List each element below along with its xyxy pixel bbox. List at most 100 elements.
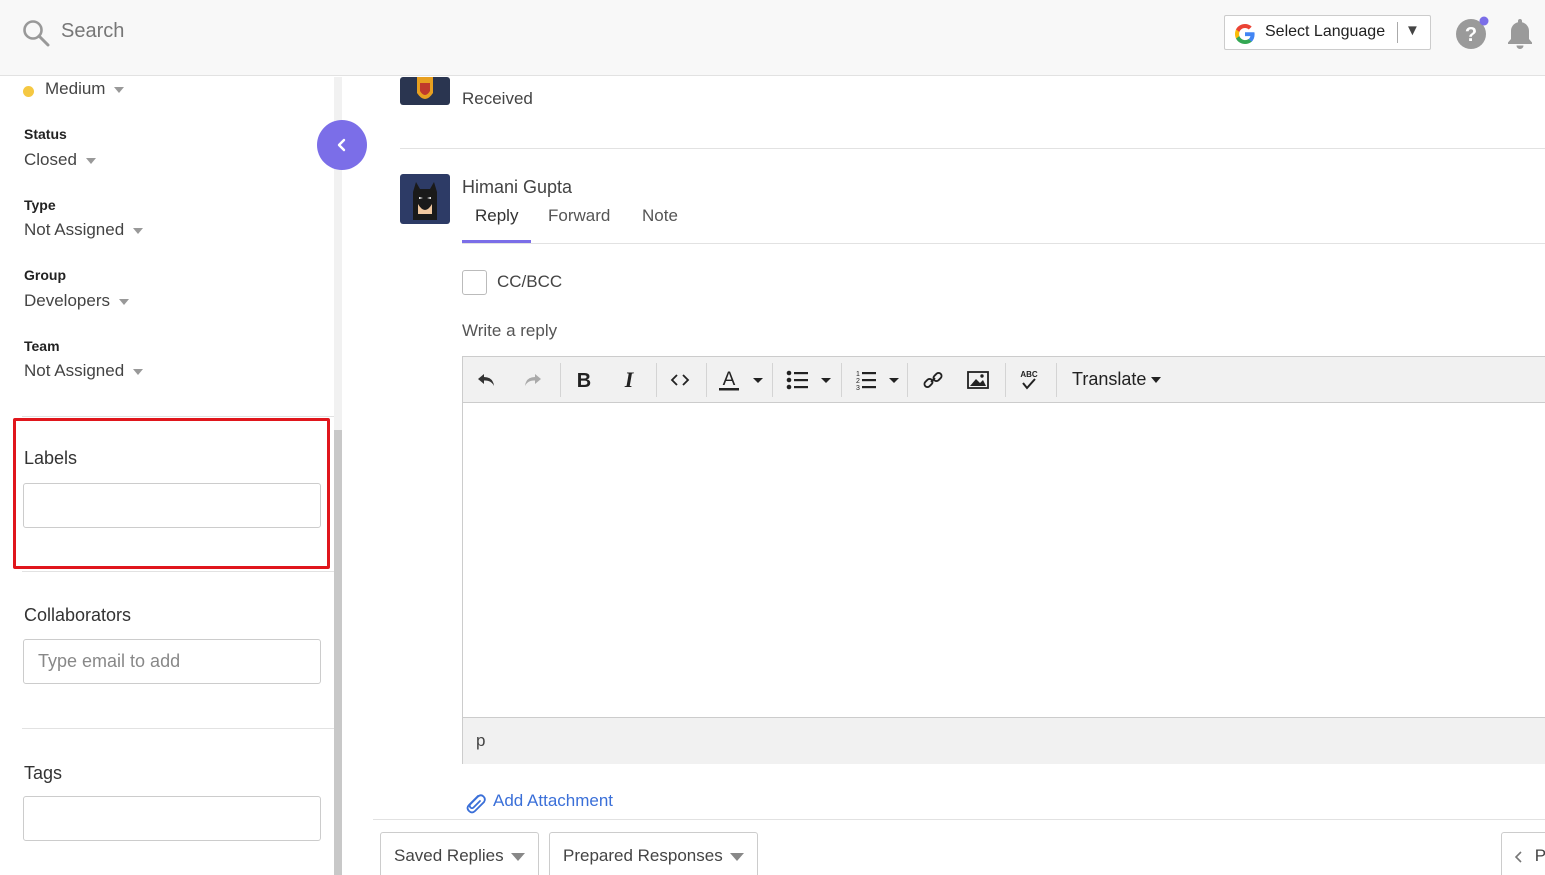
toolbar-separator (656, 363, 657, 397)
ironman-avatar (400, 77, 450, 105)
cc-bcc-label: CC/BCC (497, 272, 563, 291)
reply-editor: B I A 1 2 3 ABC Translate p (462, 356, 1545, 764)
dropdown-arrow-icon: ▼ (1405, 22, 1420, 39)
sidebar-divider (22, 728, 334, 729)
sidebar-scrollbar-thumb[interactable] (334, 430, 342, 875)
tab-forward[interactable]: Forward (548, 206, 610, 226)
write-reply-label: Write a reply (462, 321, 558, 340)
reply-author-name: Himani Gupta (462, 177, 573, 197)
editor-statusbar: p (463, 717, 1545, 764)
link-icon[interactable] (920, 367, 946, 393)
thread-divider (400, 148, 1545, 149)
saved-replies-label: Saved Replies (394, 846, 504, 865)
spellcheck-icon[interactable]: ABC (1016, 367, 1042, 393)
collaborators-title: Collaborators (24, 605, 132, 625)
tab-note[interactable]: Note (642, 206, 678, 226)
caret-down-icon (85, 157, 96, 164)
svg-text:A: A (723, 369, 736, 390)
svg-text:B: B (577, 370, 591, 390)
language-label: Select Language (1265, 23, 1386, 40)
text-color-icon[interactable]: A (716, 367, 766, 393)
status-dropdown[interactable]: Closed (24, 150, 96, 170)
status-value: Closed (24, 150, 77, 169)
caret-down-icon (114, 86, 125, 93)
chevron-left-icon (1514, 850, 1522, 863)
svg-text:ABC: ABC (1020, 370, 1038, 379)
tabs-divider (462, 243, 1545, 244)
translate-dropdown[interactable]: Translate (1072, 369, 1162, 390)
prepared-responses-label: Prepared Responses (563, 846, 723, 865)
editor-toolbar: B I A 1 2 3 ABC Translate (463, 357, 1545, 403)
svg-text:2: 2 (856, 378, 860, 385)
batman-avatar (400, 174, 450, 224)
labels-highlight-box (13, 418, 330, 569)
toolbar-separator (1056, 363, 1057, 397)
team-title: Team (24, 338, 60, 354)
priority-dot (23, 86, 34, 97)
editor-body[interactable] (463, 404, 1545, 716)
code-icon[interactable] (667, 367, 693, 393)
search-input[interactable]: Search (61, 20, 124, 43)
language-divider (1397, 22, 1398, 43)
tags-title: Tags (24, 763, 63, 783)
element-path: p (476, 731, 486, 750)
caret-down-icon (1151, 377, 1162, 384)
language-select[interactable]: Select Language ▼ (1224, 15, 1431, 50)
paperclip-icon (466, 794, 486, 814)
sidebar-divider (22, 571, 334, 572)
sidebar-divider (22, 416, 334, 417)
previous-message-status: Received (462, 89, 533, 108)
pager-button[interactable]: P (1501, 832, 1545, 875)
type-dropdown[interactable]: Not Assigned (24, 220, 144, 240)
undo-icon[interactable] (475, 367, 499, 393)
toolbar-separator (560, 363, 561, 397)
image-icon[interactable] (965, 367, 991, 393)
redo-icon[interactable] (520, 367, 544, 393)
chevron-left-icon (337, 138, 346, 152)
toolbar-separator (706, 363, 707, 397)
italic-icon[interactable]: I (617, 367, 641, 393)
bell-icon[interactable] (1505, 16, 1535, 50)
group-value: Developers (24, 291, 110, 310)
numbered-list-icon[interactable]: 1 2 3 (851, 367, 901, 393)
bullet-list-icon[interactable] (783, 367, 833, 393)
toolbar-separator (841, 363, 842, 397)
cc-bcc-checkbox[interactable] (462, 270, 487, 295)
team-dropdown[interactable]: Not Assigned (24, 361, 144, 381)
priority-dropdown[interactable]: Medium (45, 79, 125, 99)
top-bar: Search Select Language ▼ ? (0, 0, 1545, 76)
svg-text:?: ? (1465, 24, 1477, 46)
tags-input[interactable] (23, 796, 321, 841)
prepared-responses-button[interactable]: Prepared Responses (549, 832, 758, 875)
team-value: Not Assigned (24, 361, 125, 380)
bold-icon[interactable]: B (572, 367, 596, 393)
collaborators-input[interactable]: Type email to add (23, 639, 321, 684)
collapse-sidebar-button[interactable] (317, 120, 367, 170)
group-title: Group (24, 267, 66, 283)
tab-reply[interactable]: Reply (475, 206, 518, 226)
saved-replies-button[interactable]: Saved Replies (380, 832, 539, 875)
caret-down-icon (133, 368, 144, 375)
status-title: Status (24, 126, 67, 142)
caret-down-icon (729, 852, 744, 861)
toolbar-separator (772, 363, 773, 397)
translate-label: Translate (1072, 369, 1147, 389)
search-icon[interactable] (22, 19, 50, 47)
caret-down-icon (133, 227, 144, 234)
type-value: Not Assigned (24, 220, 125, 239)
pager-label: P (1534, 846, 1545, 865)
svg-text:1: 1 (856, 371, 860, 378)
svg-text:3: 3 (856, 385, 860, 391)
toolbar-separator (907, 363, 908, 397)
toolbar-separator (1005, 363, 1006, 397)
google-g-icon (1235, 24, 1255, 44)
add-attachment-label: Add Attachment (493, 791, 614, 810)
caret-down-icon (119, 298, 129, 305)
svg-text:I: I (624, 370, 635, 390)
caret-down-icon (510, 852, 525, 861)
footer-divider (373, 819, 1545, 820)
priority-value: Medium (45, 79, 106, 98)
type-title: Type (24, 197, 56, 213)
help-icon[interactable]: ? (1455, 16, 1489, 50)
group-dropdown[interactable]: Developers (24, 291, 129, 311)
